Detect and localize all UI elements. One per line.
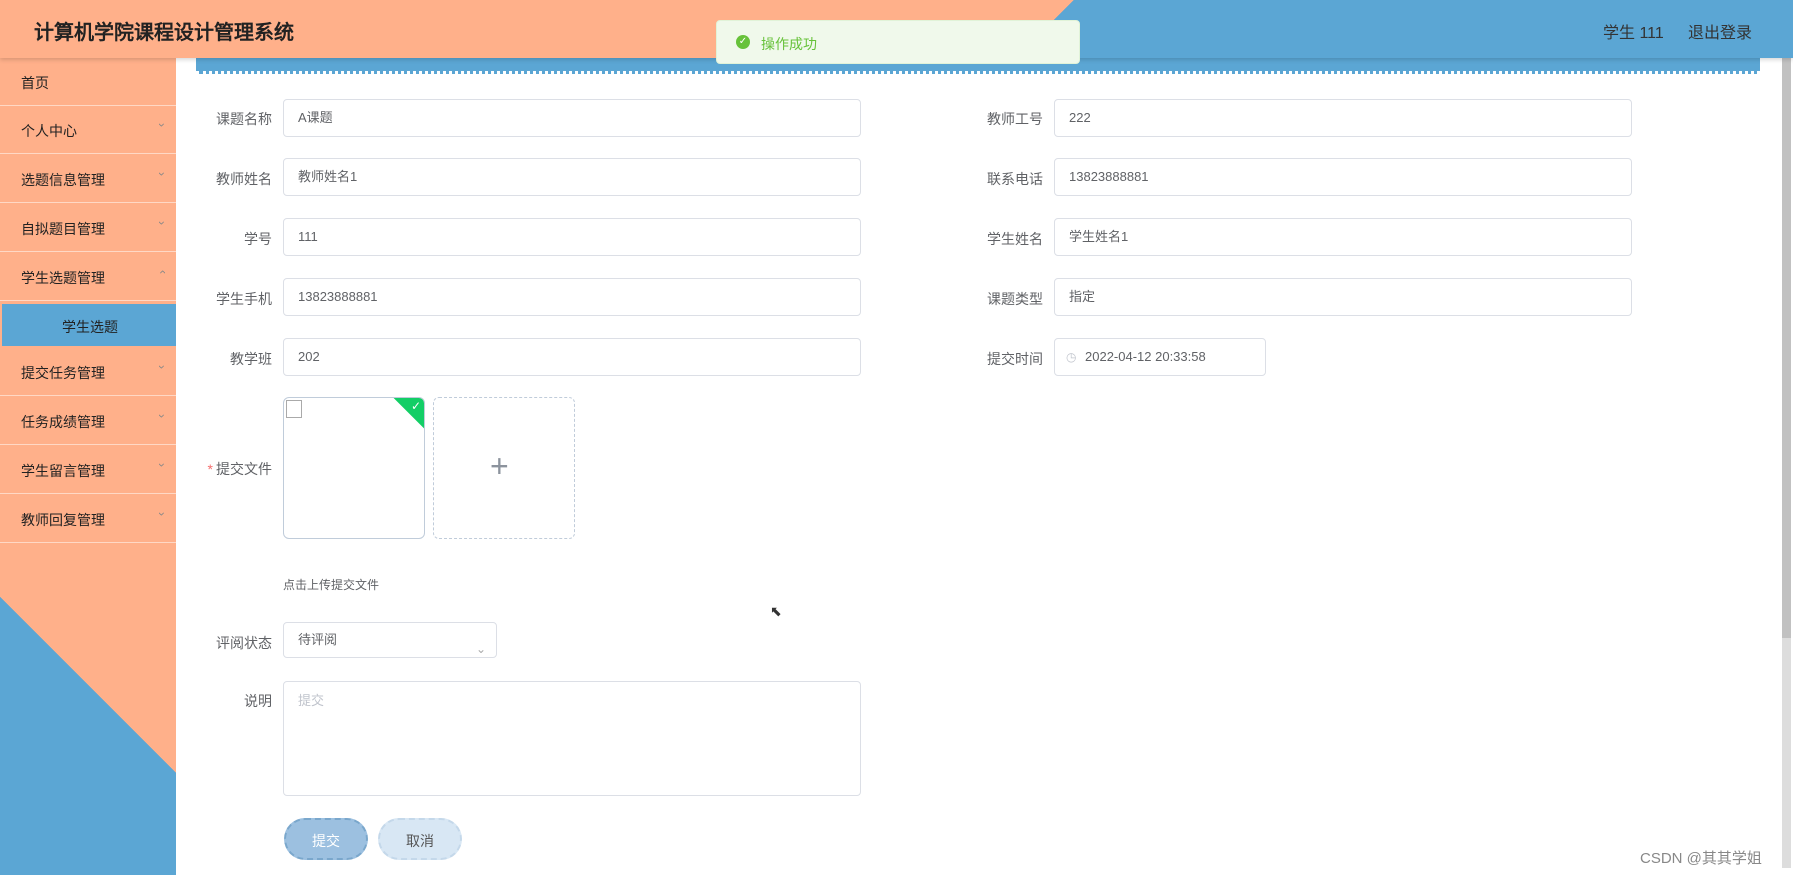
student-name-input[interactable]: 学生姓名1	[1054, 218, 1632, 256]
plus-icon: +	[490, 448, 509, 484]
cancel-button[interactable]: 取消	[378, 818, 462, 860]
submit-time-value: 2022-04-12 20:33:58	[1085, 349, 1206, 364]
sidebar-subitem-student-selection[interactable]: 学生选题	[2, 304, 176, 346]
review-status-select[interactable]: 待评阅 ⌄	[283, 622, 497, 658]
sidebar-item-label: 提交任务管理	[21, 365, 105, 381]
submit-button[interactable]: 提交	[284, 818, 368, 860]
phone-label: 联系电话	[987, 171, 1043, 187]
broken-image-icon	[286, 400, 302, 418]
sidebar-item-student-messages[interactable]: 学生留言管理 ›	[0, 446, 176, 494]
logout-link[interactable]: 退出登录	[1688, 19, 1752, 43]
teacher-name-input[interactable]: 教师姓名1	[283, 158, 861, 196]
student-id-label: 学号	[244, 231, 272, 247]
file-label: * 提交文件	[182, 459, 272, 479]
sidebar-item-label: 学生选题	[62, 319, 118, 335]
required-marker: *	[207, 461, 213, 477]
chevron-down-icon: ›	[155, 414, 169, 418]
sidebar-item-label: 任务成绩管理	[21, 414, 105, 430]
sidebar-item-topic-info[interactable]: 选题信息管理 ›	[0, 155, 176, 203]
sidebar-item-label: 自拟题目管理	[21, 221, 105, 237]
sidebar-item-label: 首页	[21, 75, 49, 91]
student-id-input[interactable]: 111	[283, 218, 861, 256]
student-name-label: 学生姓名	[987, 231, 1043, 247]
teacher-id-label: 教师工号	[987, 111, 1043, 127]
sidebar-item-personal-center[interactable]: 个人中心 ›	[0, 106, 176, 154]
topic-name-input[interactable]: A课题	[283, 99, 861, 137]
note-label: 说明	[244, 693, 272, 709]
chevron-down-icon: ›	[155, 221, 169, 225]
upload-add-button[interactable]: +	[433, 397, 575, 539]
chevron-down-icon: ⌄	[475, 642, 486, 656]
class-input[interactable]: 202	[283, 338, 861, 376]
file-label-text: 提交文件	[216, 461, 272, 477]
sidebar-item-label: 教师回复管理	[21, 512, 105, 528]
sidebar-item-label: 个人中心	[21, 123, 77, 139]
success-toast: ✓ 操作成功	[716, 20, 1080, 64]
sidebar-item-task-grades[interactable]: 任务成绩管理 ›	[0, 397, 176, 445]
sidebar-item-label: 选题信息管理	[21, 172, 105, 188]
success-check-icon: ✓	[736, 35, 750, 49]
chevron-down-icon: ›	[155, 123, 169, 127]
sidebar-item-self-topic[interactable]: 自拟题目管理 ›	[0, 204, 176, 252]
sidebar-item-student-selection[interactable]: 学生选题管理 ›	[0, 253, 176, 301]
sidebar-item-label: 学生留言管理	[21, 463, 105, 479]
upload-hint: 点击上传提交文件	[283, 578, 380, 592]
submit-time-label: 提交时间	[987, 351, 1043, 367]
chevron-up-icon: ›	[155, 270, 169, 274]
chevron-down-icon: ›	[155, 463, 169, 467]
phone-input[interactable]: 13823888881	[1054, 158, 1632, 196]
check-icon: ✓	[410, 399, 421, 413]
topic-type-label: 课题类型	[987, 291, 1043, 307]
student-phone-label: 学生手机	[216, 291, 272, 307]
app-title: 计算机学院课程设计管理系统	[34, 22, 294, 44]
sidebar-item-home[interactable]: 首页	[0, 58, 176, 106]
scrollbar-thumb[interactable]	[1782, 58, 1791, 638]
current-user: 学生 111	[1603, 25, 1664, 42]
topic-type-input[interactable]: 指定	[1054, 278, 1632, 316]
review-status-value: 待评阅	[298, 632, 338, 647]
student-phone-input[interactable]: 13823888881	[283, 278, 861, 316]
toast-message: 操作成功	[761, 36, 817, 52]
teacher-id-input[interactable]: 222	[1054, 99, 1632, 137]
submit-time-picker[interactable]: ◷ 2022-04-12 20:33:58	[1054, 338, 1266, 376]
chevron-down-icon: ›	[155, 172, 169, 176]
uploaded-file-thumbnail[interactable]: ✓	[283, 397, 425, 539]
sidebar-item-task-submission[interactable]: 提交任务管理 ›	[0, 348, 176, 396]
clock-icon: ◷	[1066, 350, 1077, 364]
chevron-down-icon: ›	[155, 512, 169, 516]
mouse-cursor-icon: ⬉	[770, 603, 782, 619]
chevron-down-icon: ›	[155, 365, 169, 369]
topic-name-label: 课题名称	[216, 111, 272, 127]
note-textarea[interactable]: 提交	[283, 681, 861, 796]
review-status-label: 评阅状态	[216, 635, 272, 651]
sidebar-item-teacher-replies[interactable]: 教师回复管理 ›	[0, 495, 176, 543]
sidebar: 首页 个人中心 › 选题信息管理 › 自拟题目管理 › 学生选题管理 › 学生选…	[0, 58, 176, 875]
teacher-name-label: 教师姓名	[216, 171, 272, 187]
class-label: 教学班	[230, 351, 272, 367]
watermark: CSDN @其其学姐	[1640, 850, 1762, 867]
sidebar-item-label: 学生选题管理	[21, 270, 105, 286]
